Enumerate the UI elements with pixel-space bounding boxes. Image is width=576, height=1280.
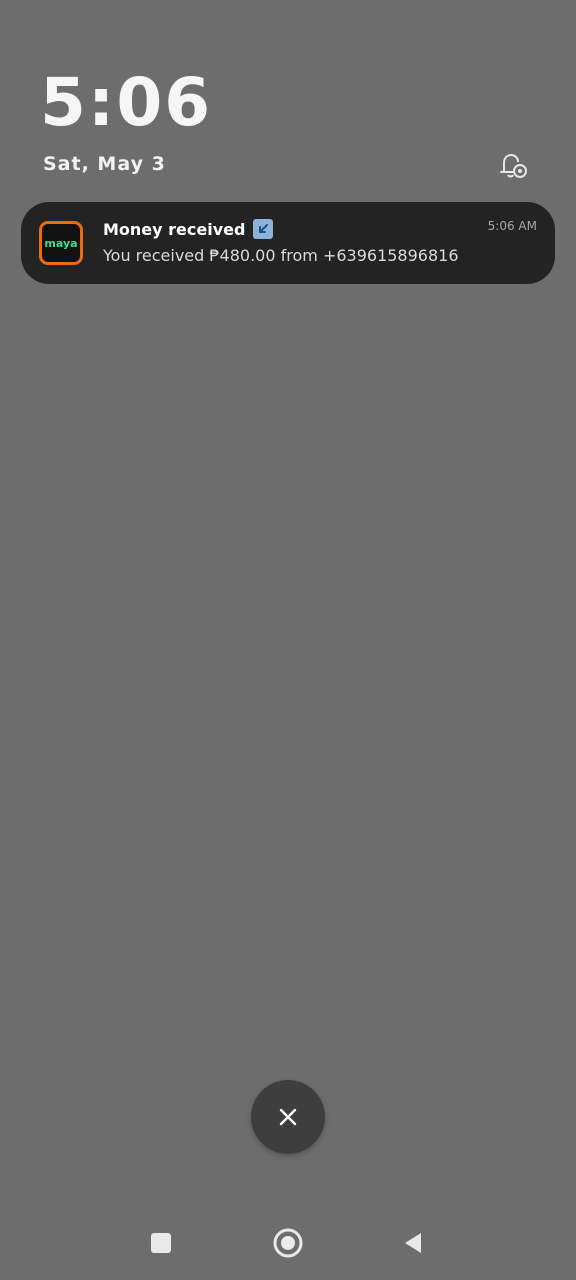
notification-body: You received ₱480.00 from +639615896816	[103, 246, 459, 265]
circle-icon	[273, 1228, 303, 1258]
lock-screen: 5:06 Sat, May 3 maya Money received 5:06…	[0, 0, 576, 1280]
notification-title: Money received	[103, 219, 246, 239]
dismiss-button[interactable]	[251, 1080, 325, 1154]
triangle-back-icon	[405, 1233, 421, 1253]
back-button[interactable]	[395, 1225, 431, 1261]
bell-gear-icon	[500, 153, 527, 178]
notification-time: 5:06 AM	[487, 219, 537, 233]
maya-app-icon: maya	[39, 221, 83, 265]
notification-settings-button[interactable]	[494, 148, 530, 184]
maya-app-icon-label: maya	[42, 224, 80, 262]
arrow-down-left-icon	[253, 219, 274, 239]
clock-time: 5:06	[40, 64, 213, 141]
navigation-bar	[0, 1210, 576, 1280]
notification-title-row: Money received	[103, 219, 274, 239]
square-icon	[151, 1233, 171, 1253]
close-icon	[279, 1108, 297, 1126]
notification-card[interactable]: maya Money received 5:06 AM You received…	[21, 202, 555, 284]
recents-button[interactable]	[143, 1225, 179, 1261]
home-button[interactable]	[270, 1225, 306, 1261]
clock-date: Sat, May 3	[43, 153, 166, 175]
